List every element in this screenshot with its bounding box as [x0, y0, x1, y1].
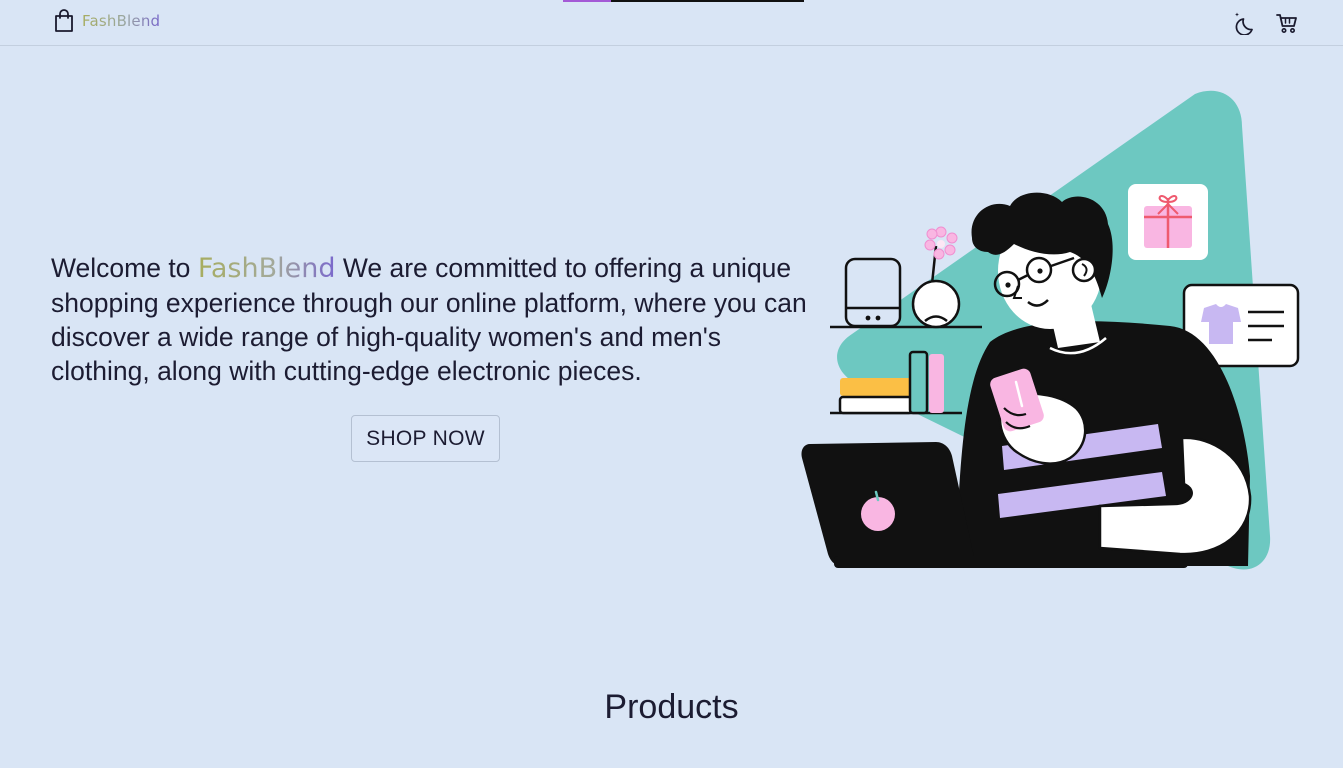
brand-logo-link[interactable]: FashBlend: [53, 9, 160, 33]
dark-mode-moon-icon[interactable]: [1233, 11, 1257, 35]
person-shopping-on-phone-illustration: [801, 90, 1300, 570]
loading-bar-accent: [563, 0, 611, 2]
hero-description: Welcome to FashBlend We are committed to…: [51, 251, 811, 388]
cart-icon[interactable]: [1275, 11, 1299, 35]
brand-name: FashBlend: [82, 12, 161, 30]
hero-brand-name: FashBlend: [197, 252, 336, 284]
hero-welcome: Welcome to: [51, 252, 191, 283]
shop-now-button[interactable]: SHOP NOW: [351, 415, 500, 462]
navbar: FashBlend: [0, 0, 1343, 46]
nav-actions: [1233, 11, 1299, 35]
products-section-title: Products: [604, 688, 739, 726]
shopping-bag-icon: [55, 9, 73, 32]
page-loading-bar: [563, 0, 804, 2]
